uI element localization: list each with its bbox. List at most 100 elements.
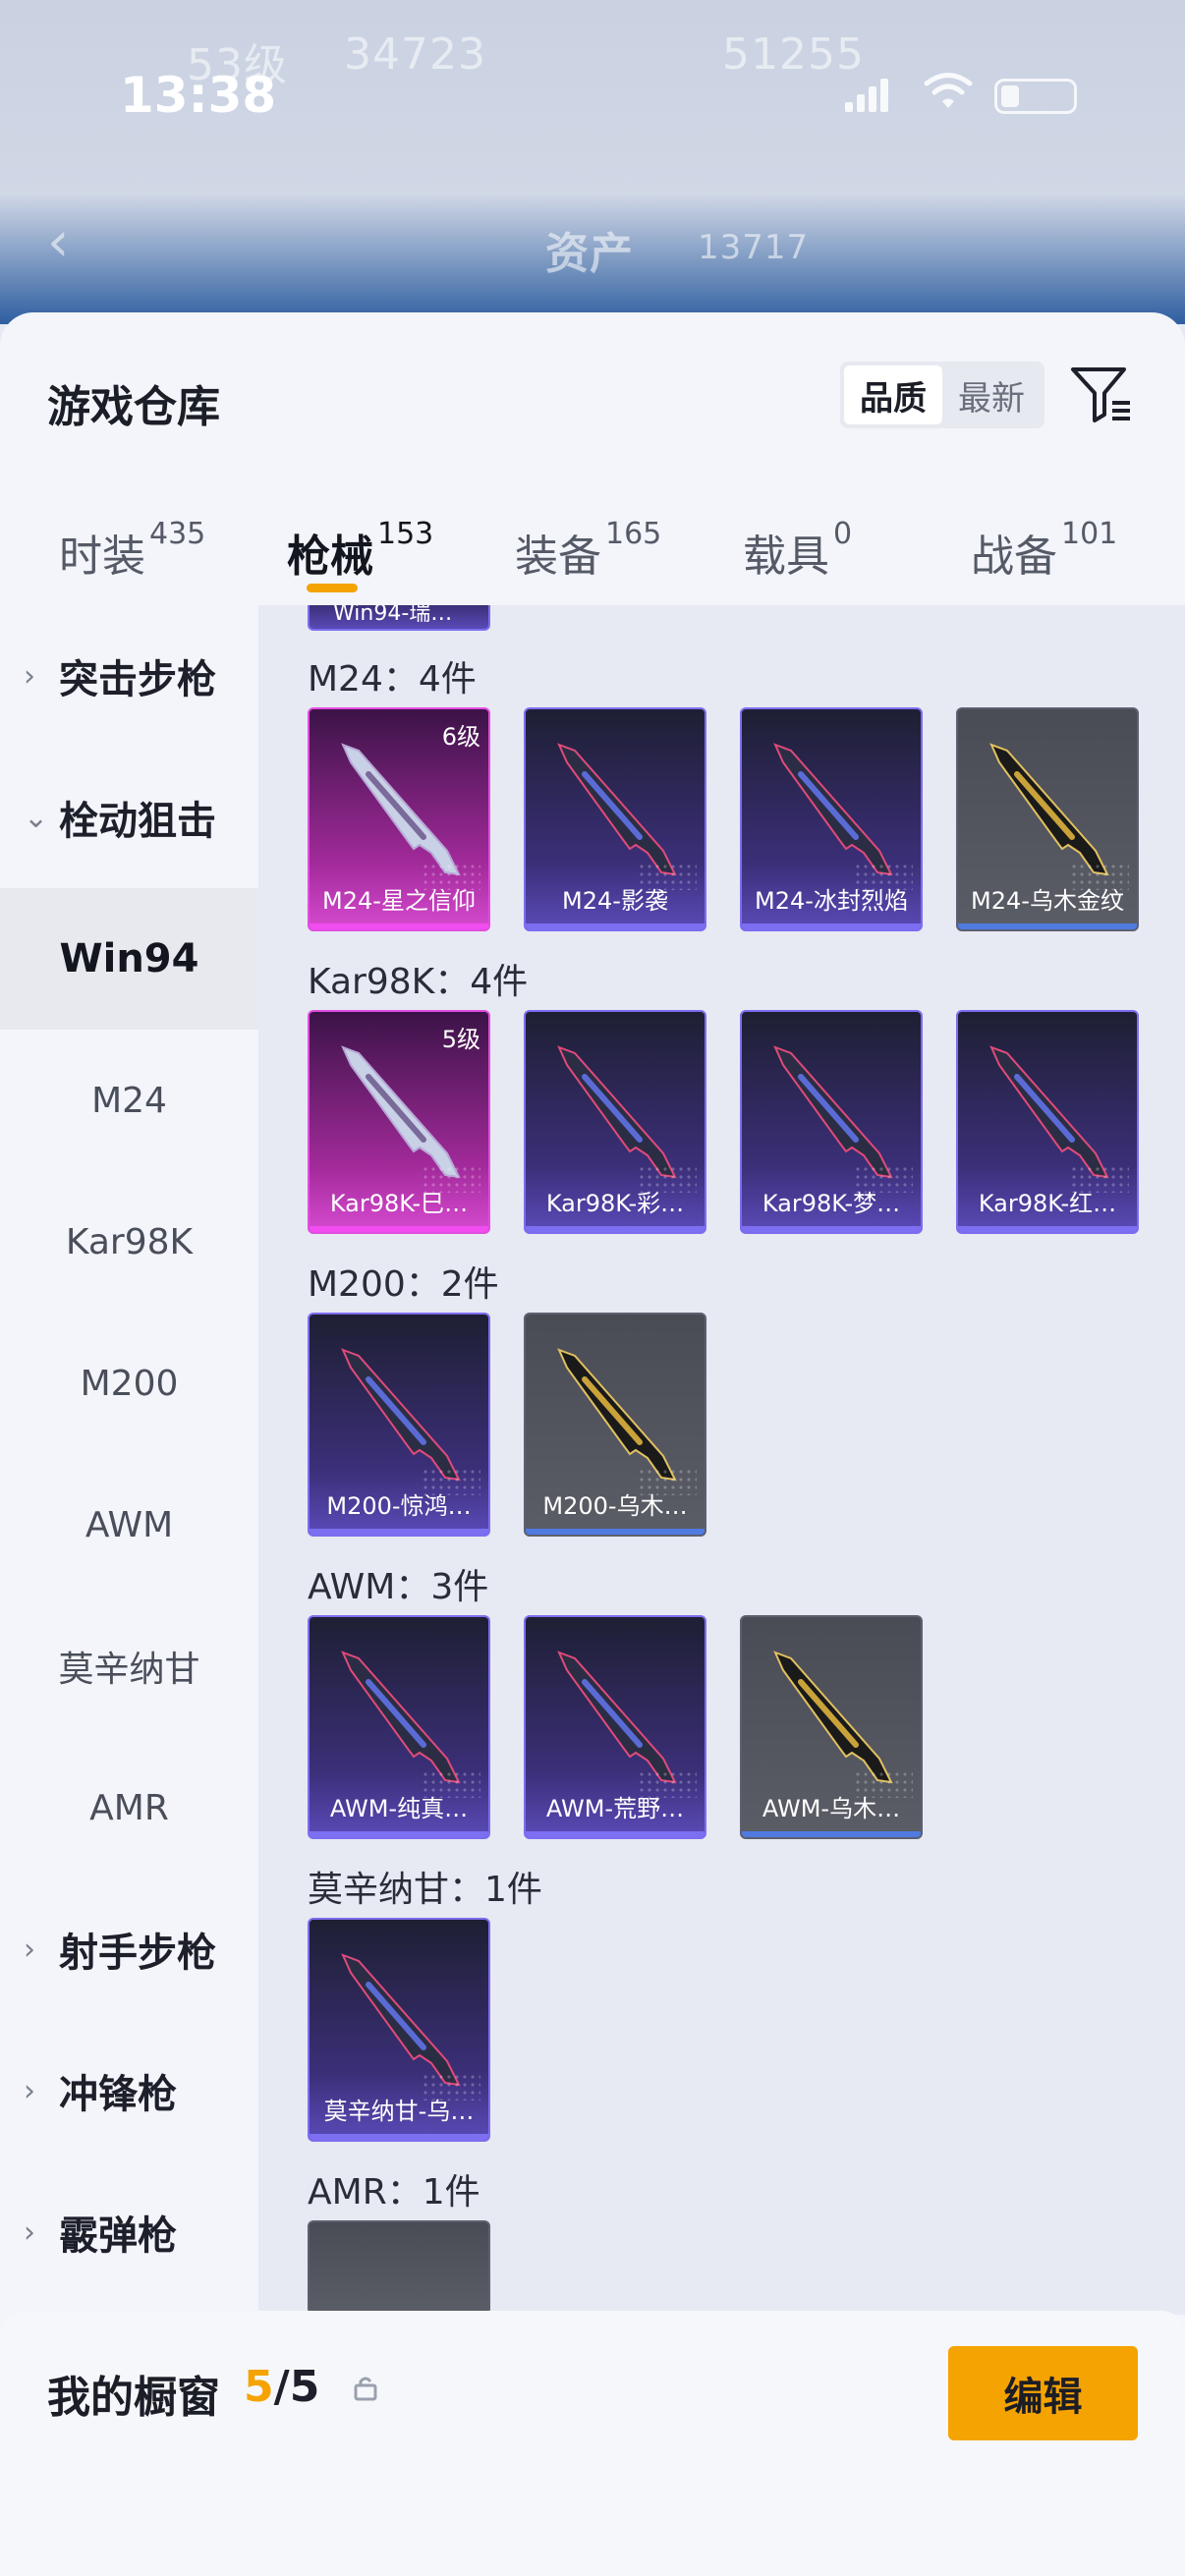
rifle-icon (341, 1348, 461, 1482)
rarity-bar (526, 1831, 705, 1837)
status-time: 13:38 (120, 67, 277, 124)
weapon-card[interactable]: 5级 Kar98K-巳… (308, 1010, 490, 1234)
weapon-card-partial[interactable]: Win94-瑞… (308, 605, 490, 631)
status-bar: 13:38 (0, 0, 1185, 187)
sidebar-item-shotgun[interactable]: › 霰弹枪 (0, 2161, 258, 2303)
tab-label: 枪械 (287, 532, 373, 582)
sidebar-item-label: AWM (85, 1504, 174, 1545)
group-title: AWM：3件 (308, 1567, 489, 1607)
card-level: 5级 (441, 1026, 480, 1053)
sort-newest[interactable]: 最新 (942, 365, 1041, 424)
tab-label: 战备 (971, 532, 1057, 582)
rifle-icon (773, 1045, 893, 1179)
sidebar-item-assault-rifle[interactable]: › 突击步枪 (0, 605, 258, 747)
rifle-icon (557, 1348, 677, 1482)
rarity-bar (310, 2134, 488, 2140)
ghost-num: 13717 (698, 228, 810, 267)
sidebar-item-label: 突击步枪 (59, 657, 216, 702)
chevron-right-icon: › (24, 2073, 35, 2108)
tab-firearms[interactable]: 枪械 153 (287, 517, 433, 584)
tab-supplies[interactable]: 战备 101 (971, 517, 1117, 584)
sidebar-item-kar98k[interactable]: Kar98K (0, 1171, 258, 1313)
weapon-card-partial[interactable] (308, 2220, 490, 2315)
sidebar-item-marksman-rifle[interactable]: › 射手步枪 (0, 1878, 258, 2020)
sidebar-item-label: M200 (80, 1363, 179, 1404)
weapon-card[interactable]: M24-影袭 (524, 707, 706, 931)
rifle-icon (557, 743, 677, 876)
tab-label: 时装 (59, 532, 145, 582)
card-name: Win94-瑞… (333, 605, 453, 626)
card-name: AWM-荒野… (545, 1795, 685, 1822)
chevron-right-icon: › (24, 1932, 35, 1967)
rarity-bar (742, 1831, 921, 1837)
card-name: M24-影袭 (562, 887, 668, 915)
sidebar-item-mosin[interactable]: 莫辛纳甘 (0, 1596, 258, 1737)
card-name: Kar98K-彩… (545, 1190, 685, 1217)
sidebar-item-label: 栓动狙击 (59, 799, 216, 844)
card-name: Kar98K-梦… (762, 1190, 901, 1217)
sort-quality[interactable]: 品质 (844, 365, 942, 424)
active-tab-indicator (307, 584, 358, 592)
weapon-card[interactable]: M200-惊鸿… (308, 1313, 490, 1537)
sheet-title: 游戏仓库 (47, 382, 220, 432)
tab-vehicles[interactable]: 载具 0 (743, 517, 852, 584)
rarity-bar (526, 1226, 705, 1232)
card-name: Kar98K-红… (978, 1190, 1117, 1217)
category-tabs: 时装 435 枪械 153 装备 165 载具 0 战备 101 (0, 499, 1185, 607)
sidebar-item-amr[interactable]: AMR (0, 1737, 258, 1878)
weapon-card[interactable]: AWM-乌木… (740, 1615, 923, 1839)
sidebar-item-win94[interactable]: Win94 (0, 888, 258, 1030)
weapon-card[interactable]: M24-乌木金纹 (956, 707, 1139, 931)
sidebar-item-label: 莫辛纳甘 (58, 1650, 200, 1690)
card-name: M200-乌木… (542, 1492, 688, 1520)
lock-icon (354, 2377, 377, 2401)
rifle-icon (557, 1651, 677, 1784)
tab-count: 165 (605, 517, 662, 551)
tab-equipment[interactable]: 装备 165 (515, 517, 661, 584)
rifle-icon (773, 1651, 893, 1784)
tab-count: 101 (1061, 517, 1118, 551)
rifle-icon (341, 1045, 461, 1179)
wifi-icon (924, 73, 973, 108)
sidebar-item-label: 霰弹枪 (59, 2213, 177, 2259)
weapon-card[interactable]: M200-乌木… (524, 1313, 706, 1537)
group-title: M24：4件 (308, 659, 477, 700)
rifle-icon (341, 743, 461, 876)
sidebar-item-label: Kar98K (65, 1221, 194, 1262)
group-title: Kar98K：4件 (308, 962, 529, 1002)
warehouse-sheet: 游戏仓库 品质 最新 时装 435 枪械 153 装备 165 载具 0 战备 … (0, 312, 1185, 2576)
weapon-grid: Win94-瑞… M24：4件 6级 M24-星之信仰 M24-影袭 M24-冰封烈焰 M… (258, 605, 1185, 2315)
tab-count: 0 (833, 517, 853, 551)
showcase-count: 5/5 (244, 2362, 319, 2412)
showcase-title: 我的橱窗 (47, 2373, 220, 2423)
battery-icon (994, 79, 1077, 114)
weapon-card[interactable]: Kar98K-彩… (524, 1010, 706, 1234)
card-name: AWM-乌木… (762, 1795, 901, 1822)
weapon-sidebar: › 突击步枪 ⌄ 栓动狙击 Win94 M24 Kar98K M200 AWM … (0, 605, 258, 2315)
rifle-icon (341, 1651, 461, 1784)
back-icon[interactable]: ‹ (47, 210, 70, 274)
chevron-right-icon: › (24, 2214, 35, 2250)
rarity-bar (310, 924, 488, 929)
group-title: M200：2件 (308, 1264, 499, 1305)
rifle-icon (773, 743, 893, 876)
weapon-card[interactable]: 6级 M24-星之信仰 (308, 707, 490, 931)
signal-icon (845, 79, 888, 112)
weapon-card[interactable]: AWM-纯真… (308, 1615, 490, 1839)
rarity-bar (742, 924, 921, 929)
sidebar-item-bolt-sniper[interactable]: ⌄ 栓动狙击 (0, 747, 258, 888)
weapon-card[interactable]: 莫辛纳甘-乌… (308, 1918, 490, 2142)
sidebar-item-m200[interactable]: M200 (0, 1313, 258, 1454)
sidebar-item-label: 冲锋枪 (59, 2072, 177, 2117)
weapon-card[interactable]: Kar98K-红… (956, 1010, 1139, 1234)
sidebar-item-m24[interactable]: M24 (0, 1030, 258, 1171)
weapon-card[interactable]: Kar98K-梦… (740, 1010, 923, 1234)
filter-icon[interactable] (1069, 362, 1134, 426)
sidebar-item-smg[interactable]: › 冲锋枪 (0, 2020, 258, 2161)
tab-fashion[interactable]: 时装 435 (59, 517, 205, 584)
weapon-card[interactable]: M24-冰封烈焰 (740, 707, 923, 931)
rarity-bar (958, 1226, 1137, 1232)
weapon-card[interactable]: AWM-荒野… (524, 1615, 706, 1839)
sidebar-item-awm[interactable]: AWM (0, 1454, 258, 1596)
edit-button[interactable]: 编辑 (948, 2346, 1138, 2440)
